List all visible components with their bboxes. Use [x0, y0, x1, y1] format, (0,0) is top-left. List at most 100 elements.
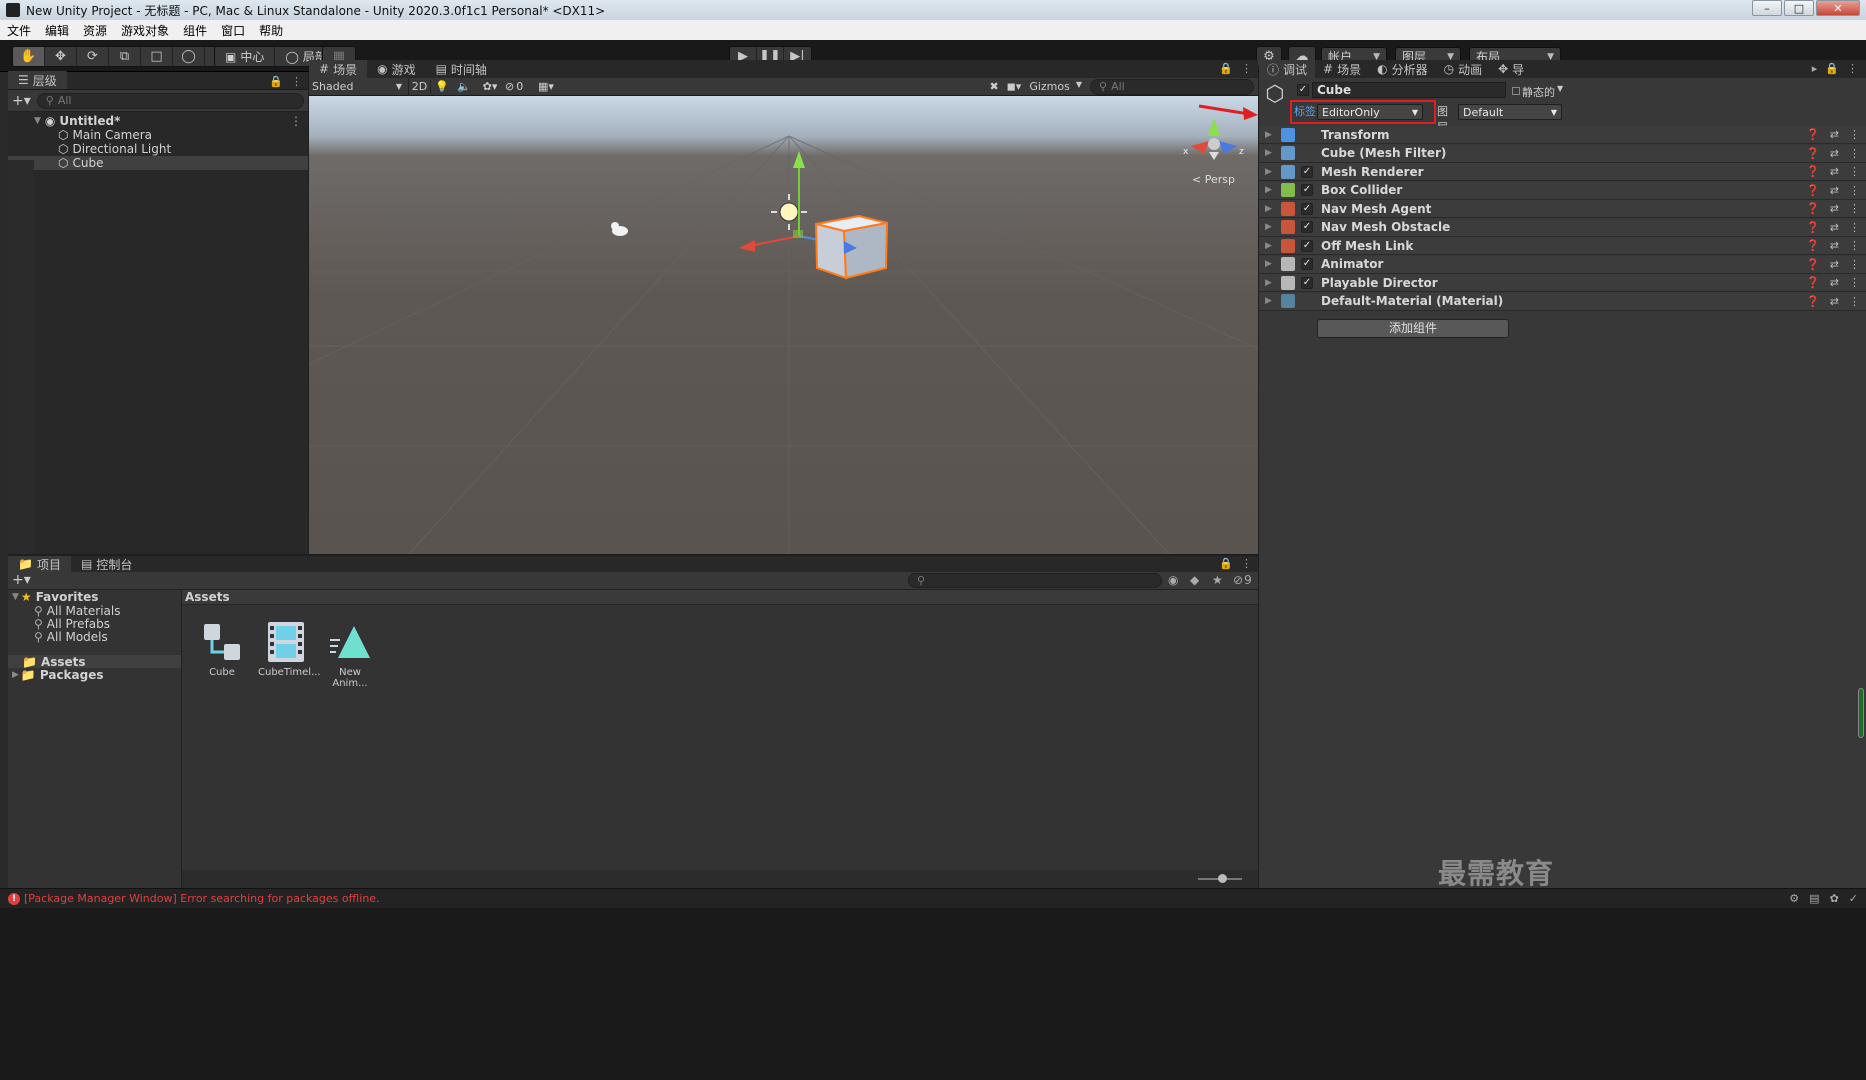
asset-item[interactable]: CubeTimel... — [258, 620, 321, 682]
presets-icon[interactable]: ⇄ — [1830, 276, 1839, 289]
folder-assets[interactable]: 📁 Assets — [8, 655, 181, 669]
hierarchy-item[interactable]: ⬡ Directional Light — [8, 142, 308, 156]
asset-item[interactable]: New Anim... — [322, 620, 378, 689]
tab-console[interactable]: ▤ 控制台 — [71, 556, 142, 572]
orientation-gizmo[interactable] — [1191, 118, 1237, 160]
more-icon[interactable]: ⋮ — [1849, 239, 1860, 252]
help-icon[interactable]: ❓ — [1806, 202, 1820, 215]
presets-icon[interactable]: ⇄ — [1830, 221, 1839, 234]
selected-cube[interactable] — [814, 214, 889, 280]
component-enabled-checkbox[interactable]: ✓ — [1301, 221, 1313, 233]
lighting-status-icon[interactable]: ✿ — [1830, 892, 1839, 905]
help-icon[interactable]: ❓ — [1806, 184, 1820, 197]
component-row[interactable]: ▶ ✓ Mesh Renderer ❓ ⇄ ⋮ — [1259, 163, 1866, 181]
component-enabled-checkbox[interactable]: ✓ — [1301, 202, 1313, 215]
static-toggle[interactable]: 静态的 ▼ — [1512, 84, 1564, 99]
component-enabled-checkbox[interactable]: ✓ — [1301, 239, 1313, 252]
more-icon[interactable]: ⋮ — [1849, 147, 1860, 160]
tab-scene-inspector[interactable]: # 场景 — [1315, 60, 1369, 78]
foldout-icon[interactable]: ▶ — [1265, 296, 1279, 306]
scene-viewport[interactable]: x z < Persp — [309, 96, 1258, 554]
scale-tool-icon[interactable]: ⧉ — [109, 47, 141, 66]
tab-timeline[interactable]: ▤ 时间轴 — [426, 60, 497, 78]
more-icon[interactable]: ⋮ — [1849, 128, 1860, 141]
foldout-icon[interactable]: ▶ — [1265, 130, 1279, 140]
project-search-input[interactable]: ⚲ — [908, 573, 1162, 588]
hierarchy-item-selected[interactable]: ⬡ Cube — [8, 156, 308, 170]
lock-icon[interactable]: 🔒 — [1219, 557, 1233, 570]
light-gizmo-icon[interactable] — [771, 194, 807, 230]
presets-icon[interactable]: ⇄ — [1830, 128, 1839, 141]
object-name-field[interactable]: Cube — [1312, 82, 1506, 98]
favorites-row[interactable]: ▼ ★ Favorites — [8, 590, 181, 604]
tab-scene[interactable]: # 场景 — [309, 60, 368, 78]
more-icon[interactable]: ⋮ — [1241, 62, 1252, 75]
hidden-packages-toggle[interactable]: ⊘ 9 — [1233, 573, 1252, 587]
menu-edit[interactable]: 编辑 — [38, 22, 76, 39]
more-icon[interactable]: ⋮ — [1849, 295, 1860, 308]
lock-icon[interactable]: 🔒 — [269, 75, 283, 88]
mode-2d-toggle[interactable]: 2D — [409, 80, 431, 93]
component-row[interactable]: ▶ ✓ Playable Director ❓ ⇄ ⋮ — [1259, 274, 1866, 292]
shading-mode-dropdown[interactable]: Shaded ▼ — [309, 77, 409, 96]
lock-icon[interactable]: 🔒 — [1219, 62, 1233, 75]
effects-icon[interactable]: ✿▾ — [475, 80, 505, 93]
menu-help[interactable]: 帮助 — [252, 22, 290, 39]
more-icon[interactable]: ⋮ — [1241, 557, 1252, 570]
bug-icon[interactable]: ⚙ — [1789, 892, 1799, 905]
status-message[interactable]: [Package Manager Window] Error searching… — [24, 892, 380, 905]
help-icon[interactable]: ❓ — [1806, 276, 1820, 289]
zoom-slider-handle[interactable] — [1218, 874, 1227, 883]
component-enabled-checkbox[interactable]: ✓ — [1301, 258, 1313, 270]
foldout-icon[interactable]: ▶ — [1265, 204, 1279, 214]
lock-icon[interactable]: 🔒 — [1825, 62, 1839, 75]
menu-window[interactable]: 窗口 — [214, 22, 252, 39]
component-row[interactable]: ▶ ✓ Nav Mesh Obstacle ❓ ⇄ ⋮ — [1259, 218, 1866, 237]
foldout-icon[interactable]: ▶ — [1265, 278, 1279, 288]
scene-search-input[interactable]: ⚲ All — [1090, 78, 1254, 95]
active-checkbox[interactable]: ✓ — [1297, 84, 1309, 96]
progress-icon[interactable]: ▤ — [1809, 892, 1819, 905]
rect-tool-icon[interactable]: □ — [141, 47, 173, 66]
foldout-icon[interactable]: ▶ — [1265, 148, 1279, 158]
presets-icon[interactable]: ⇄ — [1830, 184, 1839, 197]
asset-item[interactable]: Cube — [196, 620, 248, 682]
help-icon[interactable]: ❓ — [1806, 295, 1820, 308]
star-icon[interactable]: ★ — [1212, 573, 1223, 587]
help-icon[interactable]: ❓ — [1806, 221, 1820, 234]
tab-profiler[interactable]: ◐ 分析器 — [1369, 60, 1436, 78]
presets-icon[interactable]: ⇄ — [1830, 202, 1839, 215]
transform-tool-icon[interactable]: ◯ — [173, 47, 205, 66]
add-component-button[interactable]: 添加组件 — [1317, 319, 1509, 338]
scene-row[interactable]: ▼ ◉ Untitled* ⋮ — [8, 114, 308, 128]
foldout-icon[interactable]: ▶ — [1265, 241, 1279, 251]
label-icon[interactable]: ◆ — [1190, 573, 1199, 587]
tab-animation[interactable]: ◷ 动画 — [1436, 60, 1491, 78]
folder-packages[interactable]: ▶ 📁 Packages — [8, 668, 181, 682]
favorite-item[interactable]: ⚲ All Materials — [8, 604, 181, 618]
component-row[interactable]: ▶ ✓ Animator ❓ ⇄ ⋮ — [1259, 255, 1866, 274]
more-icon[interactable]: ⋮ — [1849, 202, 1860, 215]
hierarchy-item[interactable]: ⬡ Main Camera — [8, 128, 308, 142]
favorite-item[interactable]: ⚲ All Models — [8, 630, 181, 644]
tab-inspector[interactable]: ⓘ 调试 — [1259, 60, 1316, 78]
component-row[interactable]: ▶ Transform ❓ ⇄ ⋮ — [1259, 126, 1866, 144]
gizmos-dropdown[interactable]: Gizmos ▼ — [1029, 80, 1082, 93]
rotate-tool-icon[interactable]: ⟳ — [77, 47, 109, 66]
component-row[interactable]: ▶ ✓ Off Mesh Link ❓ ⇄ ⋮ — [1259, 237, 1866, 255]
lighting-icon[interactable]: 💡 — [431, 80, 453, 93]
hidden-objects-toggle[interactable]: ⊘ 0 — [505, 80, 531, 93]
tag-dropdown[interactable]: EditorOnly ▼ — [1317, 104, 1423, 120]
minimize-button[interactable]: – — [1752, 0, 1782, 16]
more-icon[interactable]: ⋮ — [290, 114, 302, 128]
menu-file[interactable]: 文件 — [0, 22, 38, 39]
audio-icon[interactable]: 🔈 — [453, 80, 475, 93]
component-row[interactable]: ▶ Cube (Mesh Filter) ❓ ⇄ ⋮ — [1259, 144, 1866, 163]
more-icon[interactable]: ⋮ — [1849, 221, 1860, 234]
more-icon[interactable]: ⋮ — [1849, 165, 1860, 178]
grid-toggle-icon[interactable]: ▦▾ — [531, 80, 561, 93]
more-icon[interactable]: ⋮ — [1849, 258, 1860, 271]
foldout-icon[interactable]: ▶ — [1265, 222, 1279, 232]
scrollbar-thumb[interactable] — [1858, 688, 1864, 738]
menu-assets[interactable]: 资源 — [76, 22, 114, 39]
